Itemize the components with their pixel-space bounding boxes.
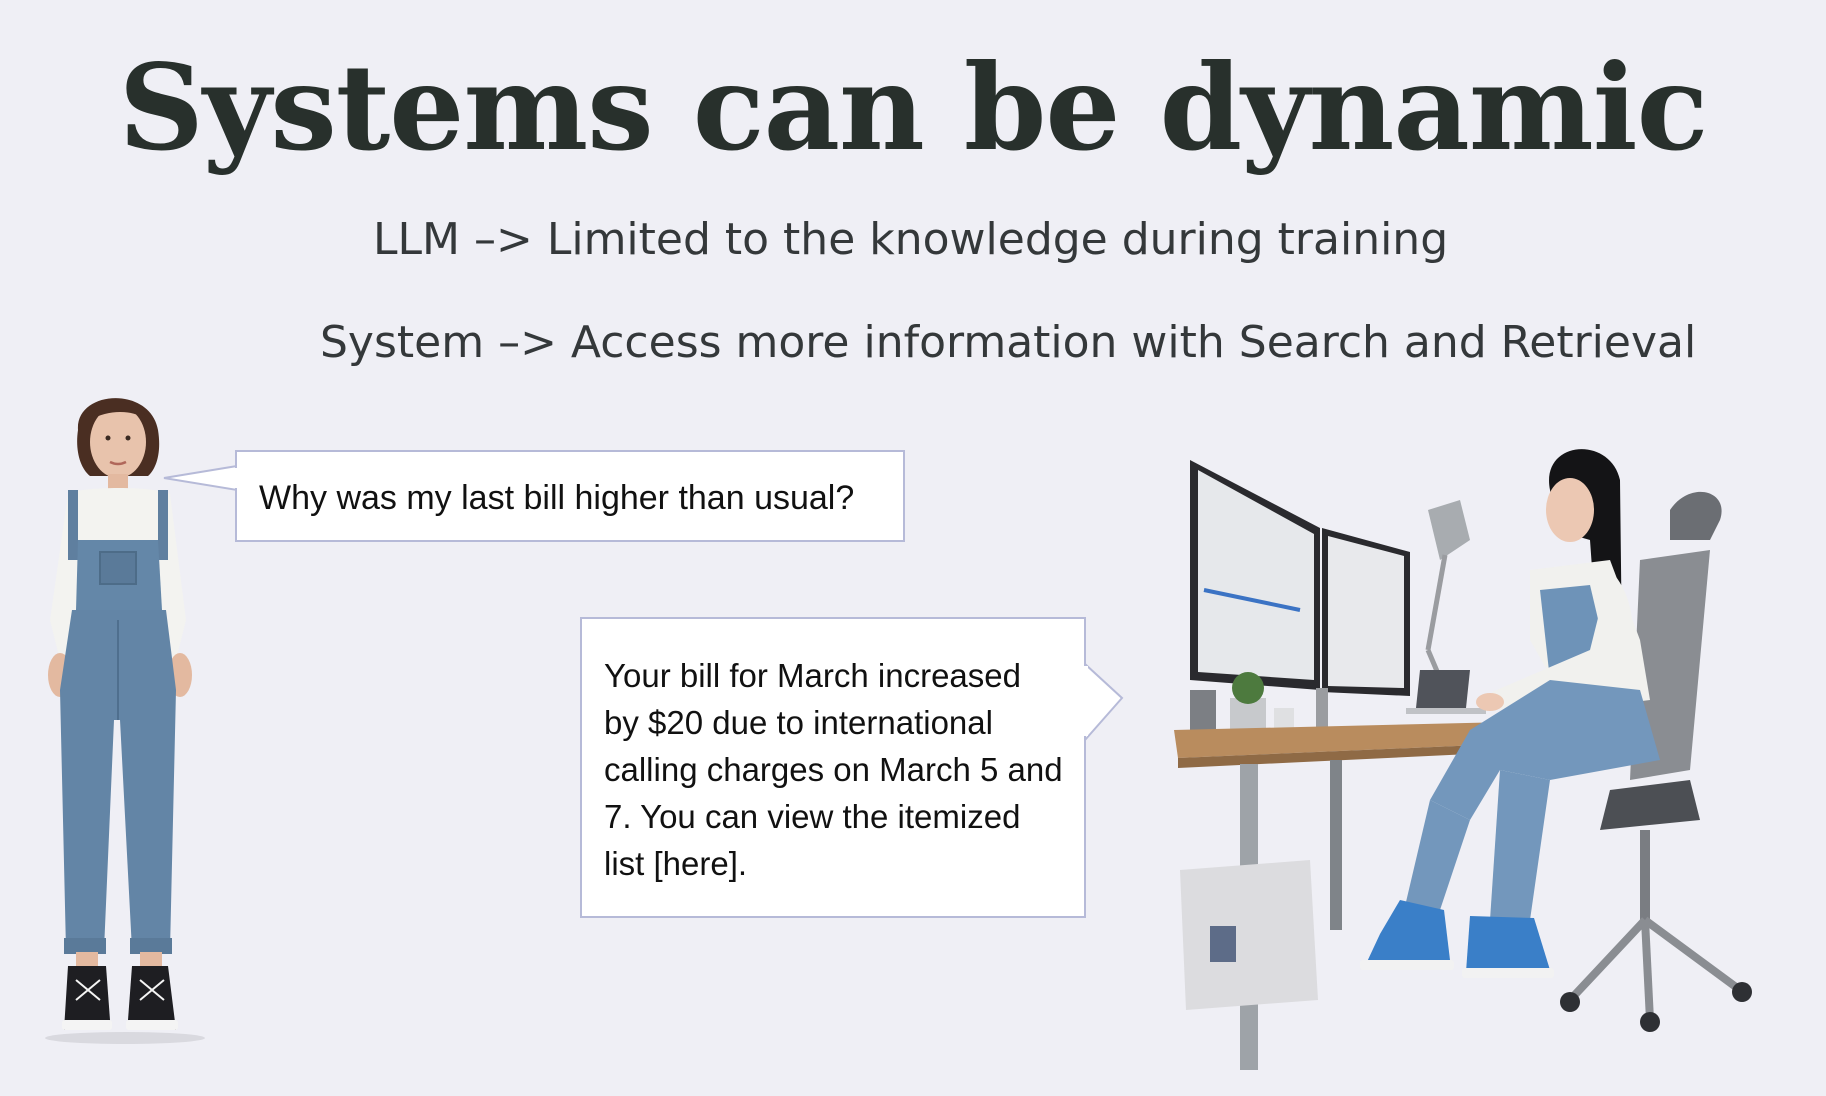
answer-text: Your bill for March increased by $20 due… <box>604 657 1063 882</box>
system-statement: System –> Access more information with S… <box>320 317 1697 368</box>
slide: Systems can be dynamic LLM –> Limited to… <box>0 0 1826 1096</box>
question-bubble: Why was my last bill higher than usual? <box>235 450 905 542</box>
llm-statement: LLM –> Limited to the knowledge during t… <box>373 214 1449 265</box>
question-text: Why was my last bill higher than usual? <box>259 479 855 517</box>
slide-title: Systems can be dynamic <box>118 38 1709 177</box>
support-agent-illustration <box>1174 449 1752 1070</box>
answer-tail-seam <box>1082 666 1088 736</box>
question-tail-seam <box>235 468 239 488</box>
customer-illustration <box>45 398 205 1044</box>
answer-bubble: Your bill for March increased by $20 due… <box>580 617 1086 918</box>
answer-bubble-tail <box>1084 661 1124 743</box>
